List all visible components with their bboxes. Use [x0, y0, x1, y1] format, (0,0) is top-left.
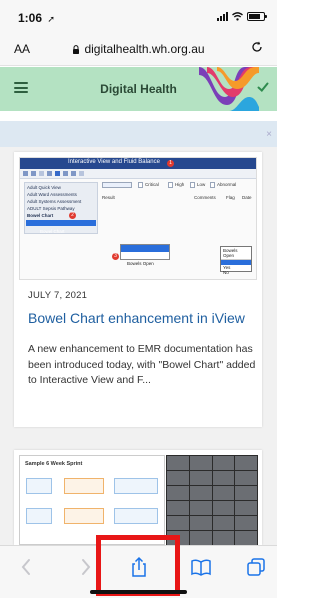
post-thumbnail[interactable]: Interactive View and Fluid Balance 1 Adu…	[19, 157, 257, 280]
thumbnail-filter-label: Low	[197, 182, 206, 187]
thumbnail-column-header: Result	[102, 195, 115, 200]
battery-level	[249, 14, 261, 19]
location-icon: ➚	[47, 14, 55, 24]
status-bar: 1:06 ➚	[0, 0, 277, 32]
thumbnail-filter-select	[102, 182, 132, 188]
thumbnail-nav-panel: Adult Quick View Adult Ward Assessments …	[24, 182, 98, 234]
thumbnail-filter-label: Critical	[145, 182, 159, 187]
address-bar[interactable]: AA digitalhealth.wh.org.au	[0, 32, 277, 66]
status-icons	[217, 12, 267, 21]
home-indicator	[90, 590, 187, 594]
slide-diagram-box	[114, 478, 158, 494]
post-date: JULY 7, 2021	[28, 290, 88, 301]
video-call-grid	[166, 455, 258, 545]
bookmarks-button[interactable]	[188, 556, 214, 578]
notice-banner: ×	[0, 121, 277, 147]
post-title-link[interactable]: Bowel Chart enhancement in iView	[28, 310, 258, 326]
slide-title: Sample 6 Week Sprint	[25, 461, 83, 467]
thumbnail-selected-label: Bowel Chart	[40, 229, 65, 234]
thumbnail-column-header: Flag	[226, 195, 235, 200]
thumbnail-window-title: Interactive View and Fluid Balance	[68, 159, 160, 165]
chevron-right-icon	[82, 559, 91, 575]
thumbnail-toolbar	[20, 169, 256, 179]
tabs-icon	[247, 558, 265, 576]
tabs-button[interactable]	[245, 556, 271, 578]
wifi-icon	[232, 12, 243, 21]
back-button[interactable]	[14, 556, 40, 578]
post-2-thumbnail-slide: Sample 6 Week Sprint	[19, 455, 165, 545]
forward-button[interactable]	[72, 556, 98, 578]
slide-diagram-box	[26, 508, 52, 524]
site-header: Digital Health	[0, 67, 277, 111]
slide-diagram-box	[26, 478, 52, 494]
thumbnail-selected-row: Bowel Chart	[26, 220, 96, 234]
thumbnail-popup-option: No	[223, 270, 229, 275]
slide-diagram-box	[64, 508, 104, 524]
reload-icon[interactable]	[251, 41, 263, 53]
thumbnail-badge-3: 3	[112, 253, 119, 260]
thumbnail-checkbox	[168, 182, 173, 188]
chevron-left-icon	[21, 559, 30, 575]
thumbnail-checkbox	[210, 182, 215, 188]
thumbnail-flowsheet-filters: Critical High Low Abnormal Result Commen…	[102, 182, 254, 208]
post-excerpt: A new enhancement to EMR documentation h…	[28, 343, 256, 386]
thumbnail-filter-label: Abnormal	[217, 182, 237, 187]
thumbnail-checkbox	[138, 182, 143, 188]
thumbnail-dropdown: Bowel Chart Bowels Open	[120, 244, 170, 266]
thumbnail-nav-item: Bowel Chart	[27, 213, 54, 218]
lock-icon	[73, 45, 80, 54]
thumbnail-filter-label: High	[175, 182, 185, 187]
battery-icon	[247, 12, 267, 21]
thumbnail-column-header: Date	[242, 195, 252, 200]
thumbnail-nav-item: Adult Quick View	[27, 185, 61, 190]
url-field[interactable]: digitalhealth.wh.org.au	[0, 42, 277, 56]
thumbnail-dropdown-highlight: Bowel Chart	[121, 245, 169, 259]
check-icon	[257, 82, 269, 92]
share-button-highlight	[96, 535, 180, 596]
thumbnail-popup-title: Bowels Open	[221, 247, 251, 260]
slide-diagram-box	[64, 478, 104, 494]
thumbnail-popup: Bowels Open Yes No	[220, 246, 252, 275]
post-card-2[interactable]: Sample 6 Week Sprint	[14, 450, 262, 545]
ribbon-logo-graphic	[199, 67, 259, 111]
thumbnail-badge-1: 1	[167, 160, 174, 167]
status-time-text: 1:06	[18, 11, 43, 25]
book-icon	[191, 559, 211, 576]
thumbnail-nav-item: Adult Ward Assessments	[27, 192, 77, 197]
thumbnail-column-header: Comments	[194, 195, 216, 200]
thumbnail-window-titlebar: Interactive View and Fluid Balance 1	[20, 158, 256, 169]
thumbnail-checkbox	[190, 182, 195, 188]
thumbnail-dropdown-item: Bowels Open	[127, 261, 154, 266]
header-spacer	[0, 111, 277, 121]
thumbnail-nav-item: Adult Systems Assessment	[27, 199, 82, 204]
cellular-signal-icon	[217, 12, 228, 21]
banner-close-icon[interactable]: ×	[266, 129, 272, 140]
thumbnail-nav-item: ADULT Sepsis Pathway	[27, 206, 75, 211]
url-text: digitalhealth.wh.org.au	[84, 42, 205, 56]
slide-diagram-box	[114, 508, 158, 524]
thumbnail-badge-2: 2	[69, 212, 76, 219]
status-time: 1:06 ➚	[18, 11, 55, 25]
